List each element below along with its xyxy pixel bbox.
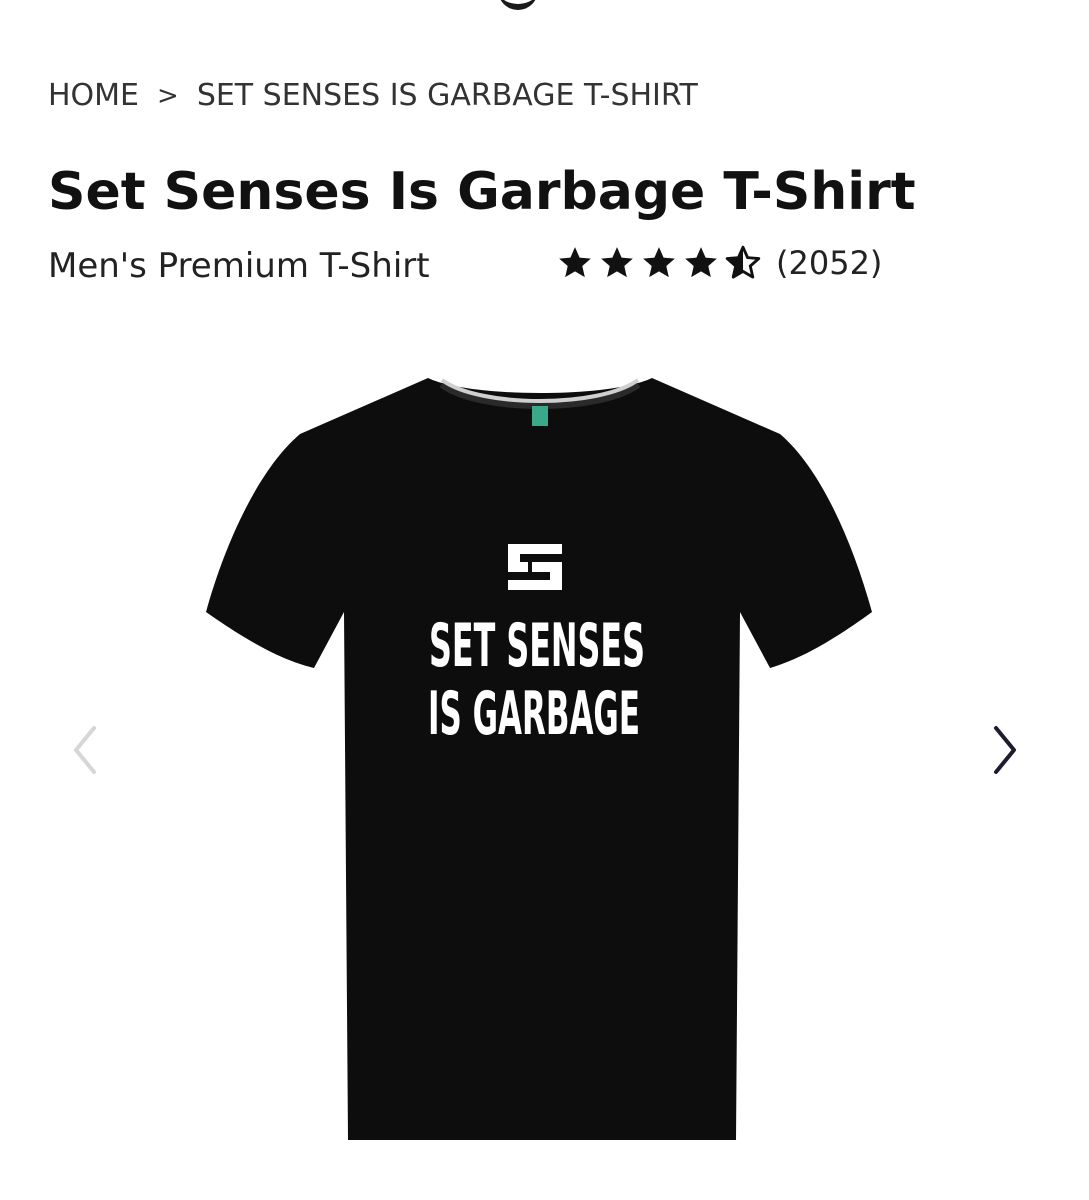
product-type: Men's Premium T-Shirt — [48, 246, 430, 286]
rating-count[interactable]: (2052) — [776, 244, 882, 282]
product-image-gallery: SET SENSES IS GARBAGE — [0, 330, 1089, 1170]
shirt-print-line-2: IS GARBAGE — [428, 679, 640, 749]
breadcrumb-home-link[interactable]: HOME — [48, 78, 139, 113]
product-meta-row: Men's Premium T-Shirt (2052) — [48, 244, 1048, 294]
star-full-icon — [643, 247, 675, 278]
label-tag — [532, 406, 548, 426]
breadcrumb-separator: > — [157, 80, 179, 111]
shirt-print-line-1: SET SENSES — [429, 611, 645, 681]
header-logo-fragment — [498, 0, 538, 10]
chevron-right-icon[interactable] — [984, 720, 1024, 780]
set-senses-logo — [508, 544, 562, 590]
product-title: Set Senses Is Garbage T-Shirt — [48, 162, 916, 222]
chevron-left-icon[interactable] — [66, 720, 106, 780]
star-half-icon — [725, 245, 761, 279]
breadcrumb: HOME > SET SENSES IS GARBAGE T-SHIRT — [48, 78, 698, 113]
rating-stars[interactable]: (2052) — [556, 244, 882, 282]
shirt-body — [206, 378, 872, 1140]
star-full-icon — [685, 247, 717, 278]
star-full-icon — [601, 247, 633, 278]
star-full-icon — [559, 247, 591, 278]
product-image[interactable]: SET SENSES IS GARBAGE — [180, 350, 900, 1150]
breadcrumb-current: SET SENSES IS GARBAGE T-SHIRT — [196, 78, 698, 113]
